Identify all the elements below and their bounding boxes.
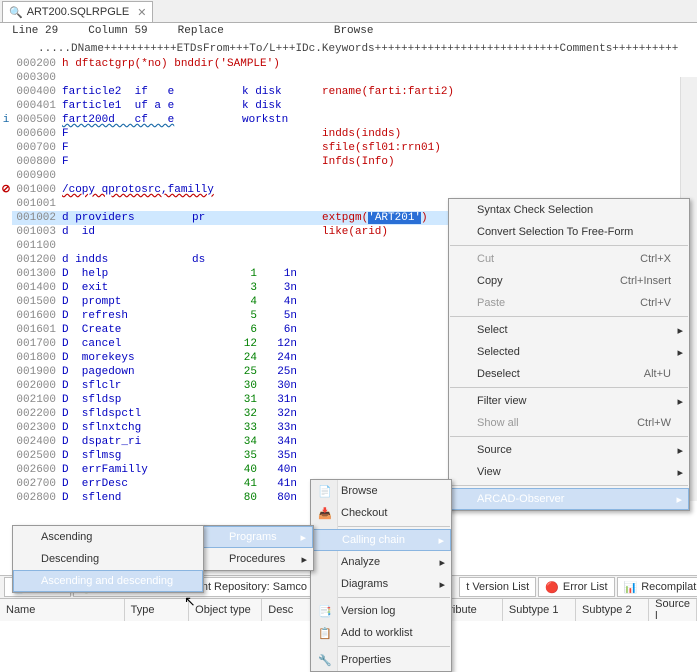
worklist-icon: 📋 — [317, 627, 333, 640]
chevron-right-icon: ▸ — [439, 578, 445, 591]
menu-arcad-observer[interactable]: ARCAD-Observer▸ — [449, 488, 689, 510]
menu-checkout[interactable]: 📥Checkout — [311, 502, 451, 524]
column-ruler: .....DName+++++++++++ETDsFrom+++To/L+++I… — [0, 43, 697, 57]
menu-diagrams[interactable]: Diagrams▸ — [311, 573, 451, 595]
col-subtype1[interactable]: Subtype 1 — [503, 599, 576, 621]
chevron-right-icon: ▸ — [677, 395, 683, 408]
chevron-right-icon: ▸ — [676, 493, 682, 506]
chevron-right-icon: ▸ — [301, 553, 307, 566]
chevron-right-icon: ▸ — [677, 444, 683, 457]
menu-cut[interactable]: CutCtrl+X — [449, 248, 689, 270]
menu-ascending[interactable]: Ascending — [13, 526, 203, 548]
menu-browse[interactable]: 📄Browse — [311, 480, 451, 502]
col-subtype2[interactable]: Subtype 2 — [576, 599, 649, 621]
editor-tab[interactable]: 🔍 ART200.SQLRPGLE ✕ — [2, 1, 153, 22]
menu-analyze[interactable]: Analyze▸ — [311, 551, 451, 573]
error-icon: 🔴 — [545, 581, 559, 594]
chevron-right-icon: ▸ — [438, 534, 444, 547]
search-icon: 🔍 — [9, 6, 23, 19]
menu-descending[interactable]: Descending — [13, 548, 203, 570]
download-icon: 📥 — [317, 507, 333, 520]
info-marker-icon[interactable]: i — [0, 113, 12, 127]
menu-paste[interactable]: PasteCtrl+V — [449, 292, 689, 314]
chevron-right-icon: ▸ — [677, 466, 683, 479]
menu-view[interactable]: View▸ — [449, 461, 689, 483]
menu-deselect[interactable]: DeselectAlt+U — [449, 363, 689, 385]
log-icon: 📑 — [317, 605, 333, 618]
chevron-right-icon: ▸ — [677, 346, 683, 359]
tab-version-list[interactable]: t Version List — [459, 577, 536, 597]
document-icon: 📄 — [317, 485, 333, 498]
menu-convert-freeform[interactable]: Convert Selection To Free-Form — [449, 221, 689, 243]
menu-version-log[interactable]: 📑Version log — [311, 600, 451, 622]
tab-title: ART200.SQLRPGLE — [27, 6, 130, 18]
menu-selected[interactable]: Selected▸ — [449, 341, 689, 363]
chevron-right-icon: ▸ — [677, 324, 683, 337]
col-source[interactable]: Source l — [649, 599, 697, 621]
tab-recompilation-list[interactable]: 📊Recompilation List — [617, 577, 697, 597]
menu-programs[interactable]: Programs▸ — [201, 526, 313, 548]
menu-calling-chain[interactable]: Calling chain▸ — [311, 529, 451, 551]
recompile-icon: 📊 — [624, 581, 638, 594]
chevron-right-icon: ▸ — [439, 556, 445, 569]
col-type[interactable]: Type — [125, 599, 190, 621]
context-menu-programs: Ascending Descending Ascending and desce… — [12, 525, 204, 593]
editor-status: Line 29 Column 59 Replace Browse — [0, 23, 697, 43]
context-menu-arcad: 📄Browse 📥Checkout Calling chain▸ Analyze… — [310, 479, 452, 672]
context-menu-calling-chain: Programs▸ Procedures▸ — [200, 525, 314, 571]
menu-filter-view[interactable]: Filter view▸ — [449, 390, 689, 412]
wrench-icon: 🔧 — [317, 654, 333, 667]
menu-syntax-check[interactable]: Syntax Check Selection — [449, 199, 689, 221]
menu-procedures[interactable]: Procedures▸ — [201, 548, 313, 570]
editor-tabbar: 🔍 ART200.SQLRPGLE ✕ — [0, 0, 697, 23]
error-marker-icon[interactable]: ⊘ — [0, 183, 12, 197]
close-icon[interactable]: ✕ — [137, 6, 146, 19]
menu-source[interactable]: Source▸ — [449, 439, 689, 461]
menu-properties[interactable]: 🔧Properties — [311, 649, 451, 671]
context-menu-main: Syntax Check Selection Convert Selection… — [448, 198, 690, 511]
col-object-type[interactable]: Object type — [189, 599, 262, 621]
menu-copy[interactable]: CopyCtrl+Insert — [449, 270, 689, 292]
menu-add-worklist[interactable]: 📋Add to worklist — [311, 622, 451, 644]
chevron-right-icon: ▸ — [300, 531, 306, 544]
menu-select[interactable]: Select▸ — [449, 319, 689, 341]
col-name[interactable]: Name — [0, 599, 125, 621]
tab-error-list[interactable]: 🔴Error List — [538, 577, 614, 597]
menu-ascending-descending[interactable]: Ascending and descending — [13, 570, 203, 592]
menu-show-all[interactable]: Show allCtrl+W — [449, 412, 689, 434]
